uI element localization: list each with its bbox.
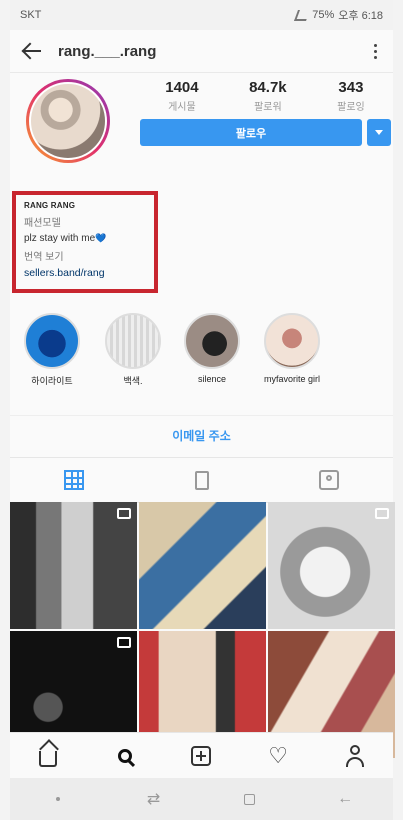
stat-value: 343 (338, 79, 364, 96)
stat-posts[interactable]: 1404 게시물 (165, 79, 198, 113)
tab-grid[interactable] (10, 458, 138, 502)
tab-tagged[interactable] (265, 458, 393, 502)
post-thumbnail[interactable] (139, 502, 266, 629)
stat-followers[interactable]: 84.7k 팔로워 (249, 79, 287, 113)
back-arrow-icon[interactable] (20, 39, 44, 63)
bio-text: plz stay with me💙 (24, 233, 146, 244)
search-icon (117, 749, 132, 763)
profile-icon (345, 745, 365, 767)
highlight-cover (184, 313, 240, 369)
video-icon (117, 508, 131, 519)
system-menu-button[interactable] (43, 784, 73, 814)
translate-link[interactable]: 번역 보기 (24, 248, 146, 263)
nav-new-post[interactable] (187, 742, 215, 770)
highlight-label: silence (197, 374, 226, 384)
post-thumbnail[interactable] (10, 502, 137, 629)
add-post-icon (191, 746, 212, 766)
recents-icon: ⇄ (146, 791, 161, 808)
highlight-label: myfavorite girl (263, 374, 320, 384)
nav-profile[interactable] (341, 742, 369, 770)
status-right: 75% 오후 6:18 (294, 7, 383, 23)
system-back-button[interactable]: ← (330, 784, 360, 814)
video-icon (375, 508, 389, 519)
dot-icon (55, 797, 60, 801)
grid-icon (63, 470, 84, 490)
stat-value: 1404 (165, 79, 199, 96)
bio-highlight-box: RANG RANG 패션모델 plz stay with me💙 번역 보기 s… (12, 191, 158, 293)
posts-grid (10, 502, 395, 758)
suggestions-dropdown-button[interactable] (367, 119, 391, 146)
carrier: SKT (20, 9, 42, 21)
blue-heart-icon: 💙 (95, 233, 107, 243)
system-back-icon: ← (337, 790, 354, 807)
stat-label: 팔로워 (254, 102, 282, 113)
battery-level: 75% (312, 9, 335, 21)
system-home-button[interactable] (234, 784, 264, 814)
profile-tabs (10, 457, 393, 503)
highlight-label: 백색. (123, 376, 143, 386)
nav-activity[interactable]: ♡ (264, 742, 292, 770)
screen: SKT 75% 오후 6:18 rang.___.rang 1404 게시물 8… (10, 0, 395, 820)
highlight-cover (105, 313, 161, 369)
bio-display-name: RANG RANG (24, 201, 76, 210)
avatar-story-ring[interactable] (26, 79, 110, 163)
stat-following[interactable]: 343 팔로잉 (337, 79, 365, 113)
follow-button[interactable]: 팔로우 (140, 119, 362, 146)
bio-text-content: plz stay with me (24, 233, 96, 244)
email-button[interactable]: 이메일 주소 (10, 415, 393, 454)
profile-stats: 1404 게시물 84.7k 팔로워 343 팔로잉 (140, 79, 390, 113)
system-navigation-bar: ⇄ ← (10, 778, 393, 820)
profile-username: rang.___.rang (58, 42, 157, 60)
tab-feed[interactable] (138, 458, 266, 502)
stat-label: 게시물 (168, 102, 196, 113)
bottom-navigation: ♡ (10, 732, 393, 779)
tagged-photos-icon (319, 470, 340, 490)
nav-home[interactable] (34, 742, 62, 770)
signal-icon (294, 9, 311, 21)
highlight-item[interactable]: silence (182, 313, 242, 384)
post-thumbnail[interactable] (268, 502, 395, 629)
video-icon (117, 637, 131, 648)
bio-category: 패션모델 (24, 218, 61, 229)
more-options-icon[interactable] (367, 39, 383, 63)
top-bar: rang.___.rang (10, 30, 393, 73)
nav-search[interactable] (111, 742, 139, 770)
feed-view-icon (194, 470, 209, 490)
highlight-label: 하이라이트 (31, 376, 73, 386)
stat-value: 84.7k (249, 79, 287, 96)
story-highlights: 하이라이트 백색. silence myfavorite girl (10, 313, 393, 401)
highlight-item[interactable]: myfavorite girl (254, 313, 330, 384)
highlight-cover (24, 313, 80, 369)
highlight-item[interactable]: 하이라이트 (22, 313, 82, 387)
avatar (29, 82, 107, 160)
bio-website-link[interactable]: sellers.band/rang (24, 267, 146, 279)
highlight-cover (264, 313, 320, 369)
stat-label: 팔로잉 (337, 102, 365, 113)
heart-icon: ♡ (268, 743, 288, 768)
status-bar: SKT 75% 오후 6:18 (10, 0, 393, 30)
highlight-item[interactable]: 백색. (103, 313, 163, 387)
system-recents-button[interactable]: ⇄ (139, 784, 169, 814)
clock: 오후 6:18 (338, 10, 383, 22)
home-square-icon (243, 793, 255, 805)
home-icon (39, 750, 58, 767)
profile-header: 1404 게시물 84.7k 팔로워 343 팔로잉 팔로우 (10, 73, 393, 178)
